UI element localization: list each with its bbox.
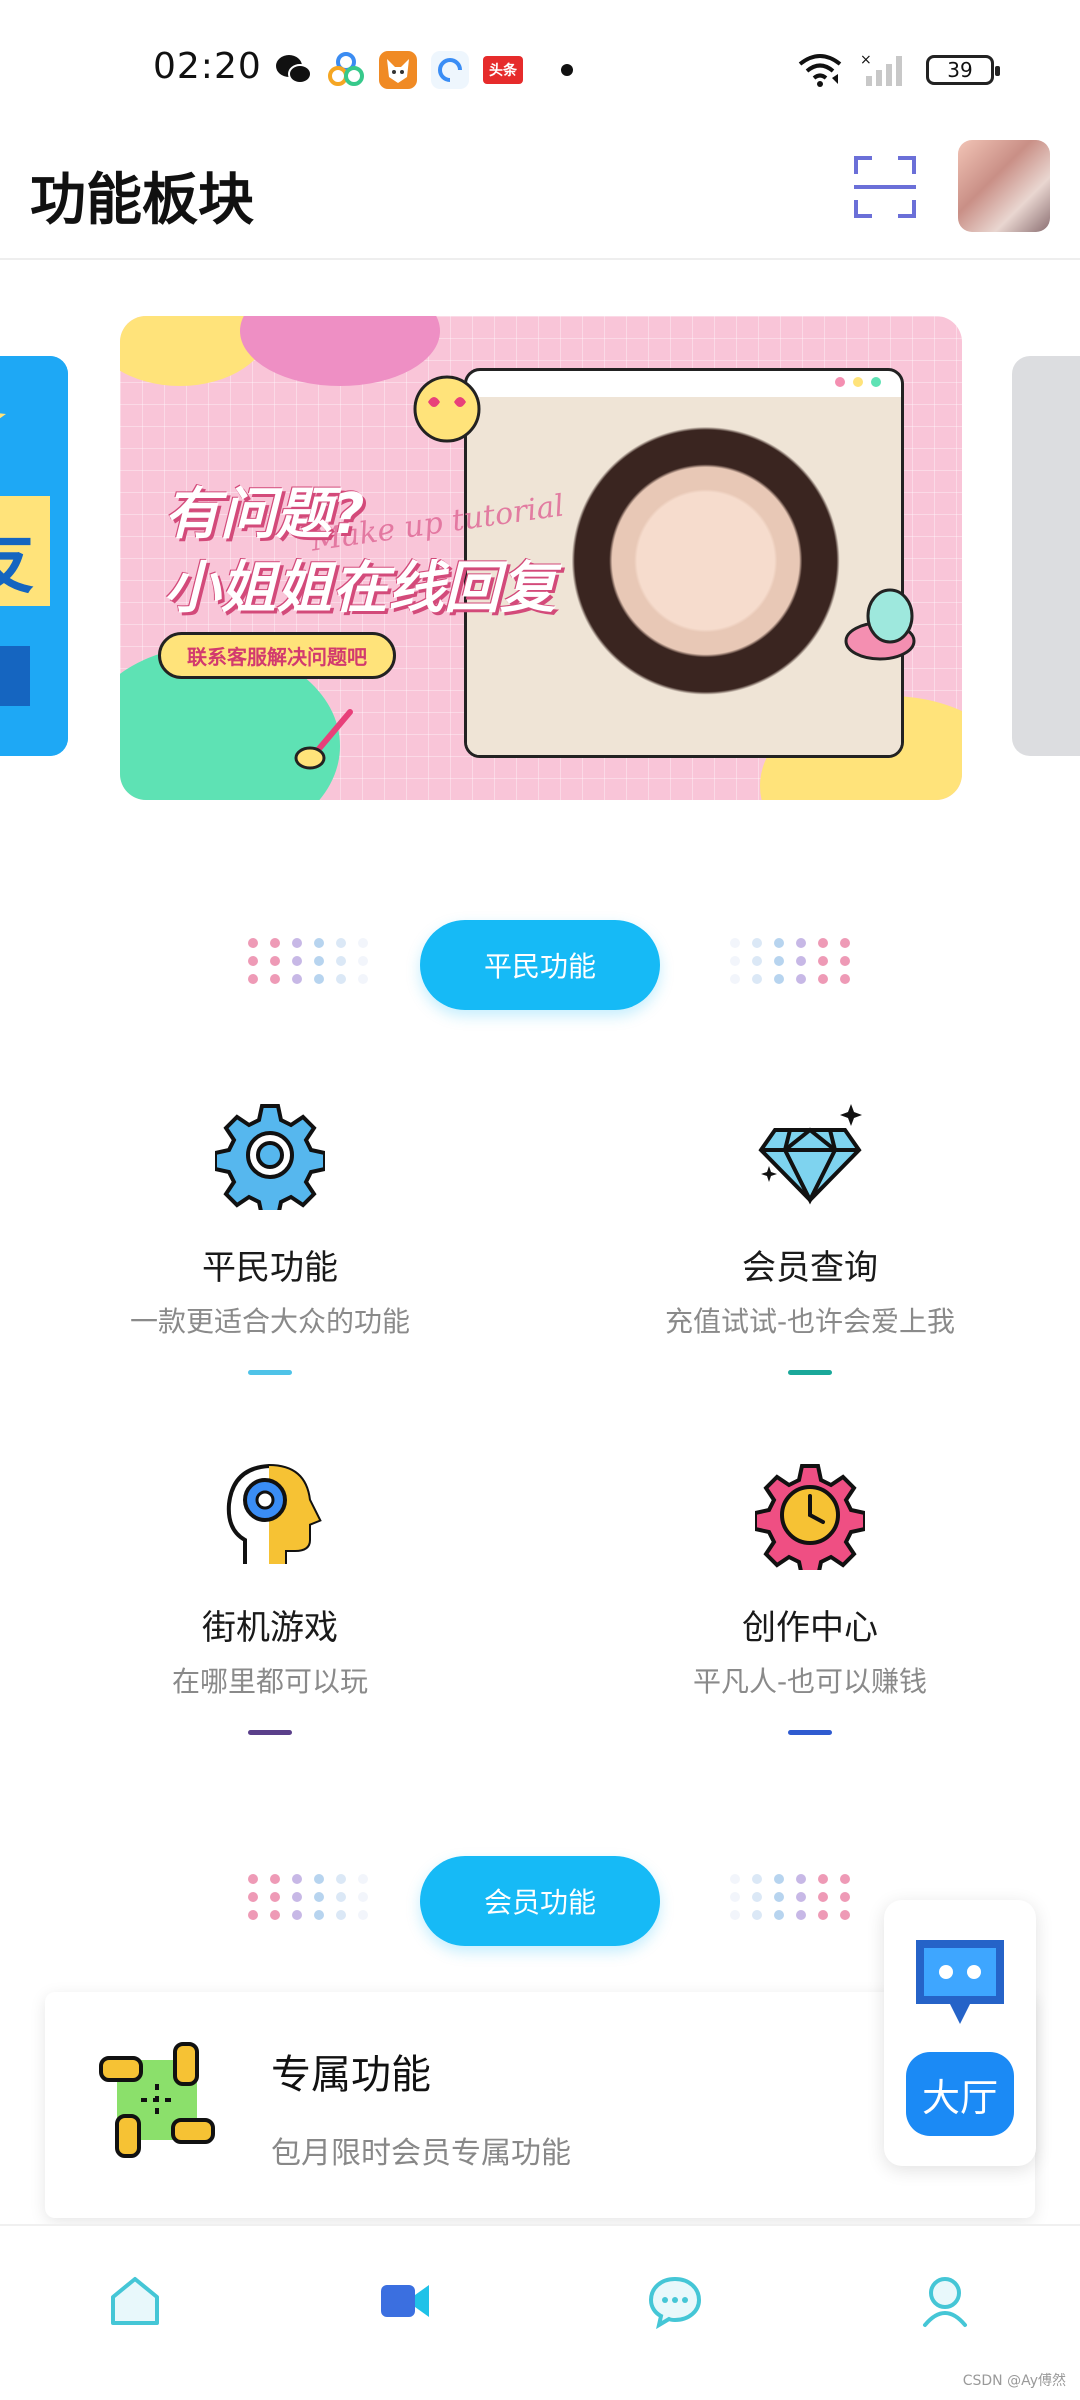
- feature-arcade-games[interactable]: 街机游戏 在哪里都可以玩: [0, 1460, 540, 1760]
- status-time: 02:20: [153, 46, 262, 87]
- feature-creator-center[interactable]: 创作中心 平凡人-也可以赚钱: [540, 1460, 1080, 1760]
- feature-accent-bar: [788, 1730, 832, 1735]
- window-dots: [835, 377, 881, 387]
- app-header: 功能板块: [0, 140, 1080, 260]
- video-icon: [381, 2285, 429, 2317]
- prev-slide-art: 友: [0, 356, 68, 756]
- battery-indicator: 39: [926, 55, 1000, 85]
- profile-icon: [923, 2277, 967, 2327]
- feature-accent-bar: [248, 1370, 292, 1375]
- page-title: 功能板块: [30, 168, 254, 233]
- status-app-icons: 头条: [275, 50, 573, 90]
- feature-subtitle: 充值试试-也许会爱上我: [664, 1305, 956, 1338]
- makeup-brush-icon: [294, 709, 353, 770]
- feature-subtitle: 平凡人-也可以赚钱: [692, 1665, 928, 1698]
- feature-accent-bar: [248, 1730, 292, 1735]
- hands-teamwork-icon: [99, 2042, 215, 2158]
- section-pill-member[interactable]: 会员功能: [420, 1856, 660, 1946]
- lobby-button[interactable]: 大厅: [906, 2052, 1014, 2136]
- toutiao-icon: 头条: [483, 56, 523, 84]
- section-common-header: 平民功能: [0, 920, 1080, 1010]
- decor-dots-left: [248, 1874, 368, 1920]
- member-card-subtitle: 包月限时会员专属功能: [271, 2136, 571, 2171]
- compact-mirror-icon: [844, 588, 916, 661]
- status-bar: 02:20 头条 × 39: [0, 0, 1080, 140]
- nav-messages[interactable]: [540, 2226, 810, 2376]
- robot-chat-icon: [916, 1940, 1004, 2024]
- bottom-navigation: CSDN @Ay傅然: [0, 2224, 1080, 2400]
- feature-accent-bar: [788, 1370, 832, 1375]
- message-icon: [648, 2276, 702, 2329]
- user-avatar[interactable]: [958, 140, 1050, 232]
- banner-carousel[interactable]: 友 Make up tutorial: [0, 316, 1080, 800]
- carousel-prev-slide[interactable]: 友: [0, 356, 68, 756]
- customer-service-banner[interactable]: Make up tutorial 有问题? 小姐姐在线回复 联系客服解决问题吧: [120, 316, 962, 800]
- clock-gear-icon: [755, 1464, 865, 1570]
- contact-support-pill[interactable]: 联系客服解决问题吧: [158, 632, 396, 679]
- status-right: × 39: [798, 50, 1000, 90]
- nav-home[interactable]: [0, 2226, 270, 2376]
- svg-text:×: ×: [860, 52, 872, 68]
- home-icon: [111, 2277, 159, 2325]
- nav-video[interactable]: [270, 2226, 540, 2376]
- section-pill-common[interactable]: 平民功能: [420, 920, 660, 1010]
- notification-dot: [561, 64, 573, 76]
- feature-subtitle: 在哪里都可以玩: [171, 1665, 368, 1698]
- member-card-title: 专属功能: [271, 2052, 431, 2098]
- feature-subtitle: 一款更适合大众的功能: [129, 1305, 410, 1338]
- decor-dots-left: [248, 938, 368, 984]
- feature-title: 街机游戏: [202, 1608, 338, 1648]
- cluster-app-icon: [327, 51, 365, 89]
- gear-icon: [215, 1104, 325, 1210]
- decor-dots-right: [730, 1874, 850, 1920]
- feature-title: 会员查询: [742, 1248, 878, 1288]
- head-gear-icon: [226, 1463, 322, 1564]
- banner-headline-line1: 有问题?: [164, 482, 365, 547]
- carousel-next-slide[interactable]: [1012, 356, 1080, 756]
- fox-app-icon: [379, 51, 417, 89]
- browser-app-icon: [431, 51, 469, 89]
- banner-headline: 有问题? 小姐姐在线回复: [164, 478, 556, 626]
- diamond-icon: [758, 1104, 862, 1205]
- svg-text:友: 友: [0, 521, 34, 603]
- wifi-icon: [798, 54, 842, 87]
- signal-icon: ×: [860, 52, 902, 86]
- feature-title: 平民功能: [202, 1248, 338, 1288]
- floating-lobby-widget[interactable]: 大厅: [884, 1900, 1036, 2166]
- feature-member-query[interactable]: 会员查询 充值试试-也许会爱上我: [540, 1100, 1080, 1400]
- watermark: CSDN @Ay傅然: [962, 2373, 1066, 2389]
- scan-icon[interactable]: [852, 154, 918, 220]
- nav-profile[interactable]: [810, 2226, 1080, 2376]
- battery-level: 39: [947, 58, 973, 82]
- toutiao-label: 头条: [489, 63, 517, 79]
- wechat-icon: [275, 51, 313, 89]
- heart-eyes-emoji-icon: [413, 375, 481, 443]
- decor-dots-right: [730, 938, 850, 984]
- banner-headline-line2: 小姐姐在线回复: [164, 556, 556, 621]
- feature-title: 创作中心: [742, 1608, 878, 1648]
- feature-common[interactable]: 平民功能 一款更适合大众的功能: [0, 1100, 540, 1400]
